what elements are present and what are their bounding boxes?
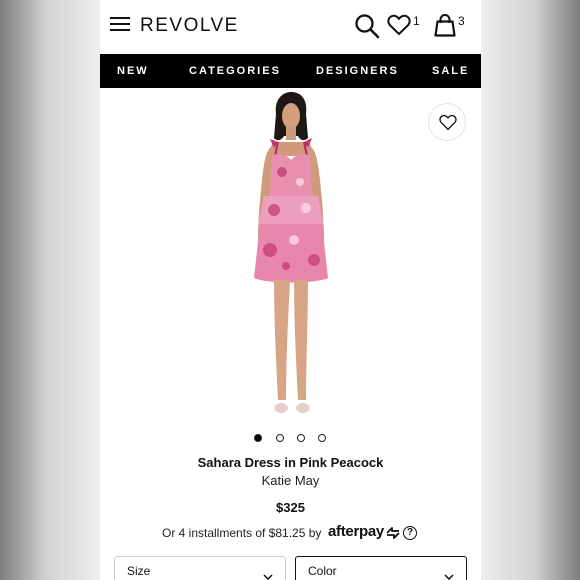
product-price: $325 bbox=[276, 500, 305, 515]
product-title: Sahara Dress in Pink Peacock bbox=[197, 455, 384, 470]
top-header: REVOLVE 1 3 bbox=[100, 0, 481, 54]
color-select-label: Color bbox=[308, 564, 337, 578]
product-brand[interactable]: Katie May bbox=[100, 473, 481, 488]
app-screen: REVOLVE 1 3 NEW CATEGORIES DESIGNERS SAL… bbox=[100, 0, 481, 580]
nav-item-designers[interactable]: DESIGNERS bbox=[316, 65, 399, 77]
carousel-dot-4[interactable] bbox=[318, 434, 326, 442]
product-photo[interactable] bbox=[220, 90, 360, 420]
chevron-down-icon bbox=[263, 574, 273, 580]
nav-item-categories[interactable]: CATEGORIES bbox=[189, 65, 281, 77]
heart-icon bbox=[439, 114, 457, 131]
hamburger-menu-icon[interactable] bbox=[110, 17, 130, 35]
nav-item-sale[interactable]: SALE bbox=[432, 65, 469, 77]
revolve-logo[interactable]: REVOLVE bbox=[140, 15, 239, 37]
wishlist-count: 1 bbox=[413, 14, 420, 28]
carousel-dot-2[interactable] bbox=[276, 434, 284, 442]
chevron-down-icon bbox=[444, 574, 454, 580]
shopping-bag-icon[interactable] bbox=[433, 13, 457, 37]
heart-icon[interactable] bbox=[387, 14, 411, 36]
info-icon[interactable]: ? bbox=[403, 526, 417, 540]
add-to-wishlist-button[interactable] bbox=[428, 103, 466, 141]
nav-item-new[interactable]: NEW bbox=[117, 65, 149, 77]
size-select-label: Size bbox=[127, 564, 151, 578]
bag-count: 3 bbox=[458, 14, 465, 28]
color-select[interactable]: Color bbox=[295, 556, 467, 580]
afterpay-arrows-icon bbox=[386, 527, 400, 539]
installments-text: Or 4 installments of $81.25 by bbox=[162, 526, 322, 540]
category-nav: NEW CATEGORIES DESIGNERS SALE bbox=[100, 54, 481, 88]
size-select[interactable]: Size bbox=[114, 556, 286, 580]
search-icon[interactable] bbox=[354, 13, 380, 39]
afterpay-logo: afterpay bbox=[328, 523, 384, 540]
carousel-dot-1[interactable] bbox=[254, 434, 262, 442]
carousel-dot-3[interactable] bbox=[297, 434, 305, 442]
